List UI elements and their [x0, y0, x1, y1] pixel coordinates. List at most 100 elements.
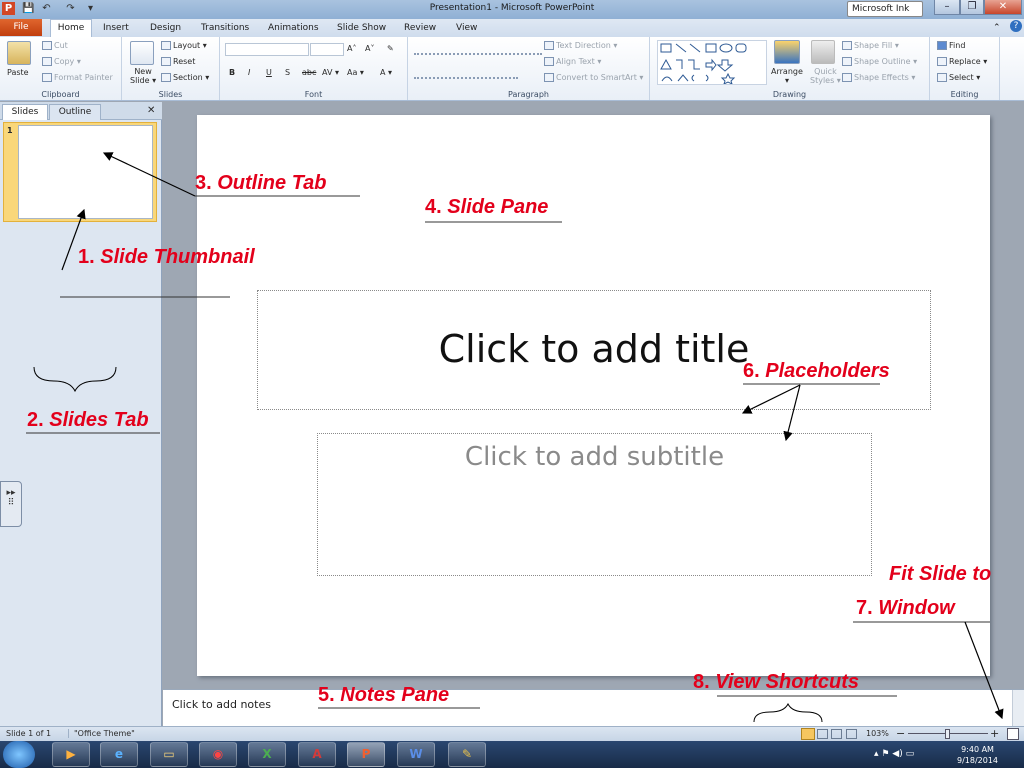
annotation-notes-pane: 5. Notes Pane: [318, 684, 449, 707]
align-text-button[interactable]: Align Text ▾: [544, 57, 601, 66]
layout-button[interactable]: Layout ▾: [161, 41, 207, 50]
tab-animations[interactable]: Animations: [268, 21, 319, 35]
ie-icon[interactable]: e: [100, 742, 138, 767]
quick-styles-button[interactable]: Quick Styles ▾: [810, 67, 841, 85]
clear-formatting-button[interactable]: ✎: [387, 44, 394, 53]
pen-icon[interactable]: ✎: [448, 742, 486, 767]
arrange-button[interactable]: Arrange ▾: [771, 67, 803, 85]
new-slide-button[interactable]: New Slide ▾: [130, 67, 156, 85]
annotation-2-number: 2.: [27, 409, 44, 431]
arrange-icon[interactable]: [774, 40, 800, 64]
text-direction-button[interactable]: Text Direction ▾: [544, 41, 617, 50]
copy-button[interactable]: Copy ▾: [42, 57, 81, 66]
fit-to-window-icon[interactable]: [1007, 728, 1019, 740]
font-color-button[interactable]: A ▾: [380, 68, 392, 77]
paste-button[interactable]: Paste: [7, 68, 29, 77]
start-orb-icon[interactable]: [3, 741, 35, 768]
convert-smartart-button[interactable]: Convert to SmartArt ▾: [544, 73, 643, 82]
shrink-font-button[interactable]: A˅: [365, 44, 374, 53]
tab-view[interactable]: View: [456, 21, 477, 35]
annotation-4-number: 4.: [425, 196, 442, 218]
font-group-label: Font: [304, 90, 323, 99]
reading-view-icon[interactable]: [831, 729, 842, 739]
title-bar: P 💾 ↶ ↷ ▾ Presentation1 - Microsoft Powe…: [0, 0, 1024, 19]
microsoft-ink-button[interactable]: Microsoft Ink: [847, 1, 923, 17]
close-button[interactable]: ✕: [984, 0, 1022, 15]
explorer-icon[interactable]: ▭: [150, 742, 188, 767]
restore-button[interactable]: ❐: [960, 0, 984, 15]
annotation-5-text: Notes Pane: [340, 684, 450, 706]
replace-button[interactable]: Replace ▾: [937, 57, 987, 66]
tab-design[interactable]: Design: [150, 21, 181, 35]
grow-font-button[interactable]: A˄: [347, 44, 356, 53]
zoom-slider-thumb[interactable]: [945, 729, 950, 739]
find-button[interactable]: Find: [937, 41, 965, 50]
title-placeholder[interactable]: Click to add title: [257, 290, 931, 410]
shape-fill-button[interactable]: Shape Fill ▾: [842, 41, 899, 50]
slides-tab[interactable]: Slides: [2, 104, 48, 120]
media-player-icon[interactable]: ▶: [52, 742, 90, 767]
font-size-combo[interactable]: [310, 43, 344, 56]
tab-review[interactable]: Review: [404, 21, 436, 35]
tray-icons[interactable]: ▴ ⚑ ◀) ▭: [874, 749, 914, 759]
theme-name[interactable]: "Office Theme": [68, 729, 135, 738]
shapes-gallery[interactable]: [657, 40, 767, 85]
underline-button[interactable]: U: [266, 68, 272, 77]
section-button[interactable]: Section ▾: [161, 73, 209, 82]
tab-file[interactable]: File: [0, 19, 42, 36]
chrome-icon[interactable]: ◉: [199, 742, 237, 767]
annotation-6-text: Placeholders: [765, 360, 890, 382]
shadow-button[interactable]: S: [285, 68, 290, 77]
excel-icon[interactable]: X: [248, 742, 286, 767]
character-spacing-button[interactable]: AV ▾: [322, 68, 339, 77]
notes-scrollbar[interactable]: [1012, 690, 1024, 727]
format-painter-label: Format Painter: [54, 73, 113, 82]
tab-home[interactable]: Home: [50, 19, 92, 38]
slide[interactable]: Click to add title Click to add subtitle: [197, 115, 990, 676]
tab-transitions[interactable]: Transitions: [201, 21, 249, 35]
access-icon[interactable]: A: [298, 742, 336, 767]
zoom-out-icon[interactable]: −: [896, 727, 905, 740]
minimize-ribbon-icon[interactable]: ⌃: [993, 21, 1001, 35]
format-painter-icon: [42, 73, 52, 82]
change-case-button[interactable]: Aa ▾: [347, 68, 364, 77]
strikethrough-button[interactable]: abc: [302, 68, 316, 77]
annotation-8-number: 8.: [693, 671, 710, 693]
subtitle-placeholder[interactable]: Click to add subtitle: [317, 433, 872, 576]
bold-button[interactable]: B: [229, 68, 235, 77]
help-icon[interactable]: ?: [1010, 20, 1022, 32]
normal-view-icon[interactable]: [801, 728, 815, 740]
clock[interactable]: 9:40 AM 9/18/2014: [957, 744, 998, 766]
bullets-row[interactable]: [414, 43, 542, 55]
slide-sorter-icon[interactable]: [817, 729, 828, 739]
new-slide-icon[interactable]: [130, 41, 154, 65]
pane-splitter-handle[interactable]: ▸▸ ⠿: [0, 481, 22, 527]
close-pane-icon[interactable]: ✕: [147, 105, 155, 116]
cut-button[interactable]: Cut: [42, 41, 68, 50]
clipboard-label: Clipboard: [41, 90, 80, 99]
italic-button[interactable]: I: [248, 68, 250, 77]
powerpoint-icon[interactable]: P: [347, 742, 385, 767]
font-name-combo[interactable]: [225, 43, 309, 56]
notes-pane[interactable]: Click to add notes: [163, 689, 1024, 727]
select-button[interactable]: Select ▾: [937, 73, 980, 82]
reset-button[interactable]: Reset: [161, 57, 195, 66]
slides-group-label: Slides: [158, 90, 183, 99]
alignment-row[interactable]: [414, 67, 518, 79]
slide-thumbnail[interactable]: [18, 125, 153, 219]
annotation-1-number: 1.: [78, 246, 95, 268]
slide-show-icon[interactable]: [846, 729, 857, 739]
minimize-button[interactable]: –: [934, 0, 960, 15]
shape-outline-button[interactable]: Shape Outline ▾: [842, 57, 917, 66]
quick-styles-icon[interactable]: [811, 40, 835, 64]
zoom-level[interactable]: 103%: [866, 729, 889, 738]
paste-icon[interactable]: [7, 41, 31, 65]
align-text-label: Align Text ▾: [556, 57, 602, 66]
shape-effects-button[interactable]: Shape Effects ▾: [842, 73, 915, 82]
format-painter-button[interactable]: Format Painter: [42, 73, 113, 82]
zoom-in-icon[interactable]: +: [990, 727, 999, 740]
tab-insert[interactable]: Insert: [103, 21, 129, 35]
word-icon[interactable]: W: [397, 742, 435, 767]
outline-tab[interactable]: Outline: [49, 104, 101, 120]
tab-slide-show[interactable]: Slide Show: [337, 21, 386, 35]
